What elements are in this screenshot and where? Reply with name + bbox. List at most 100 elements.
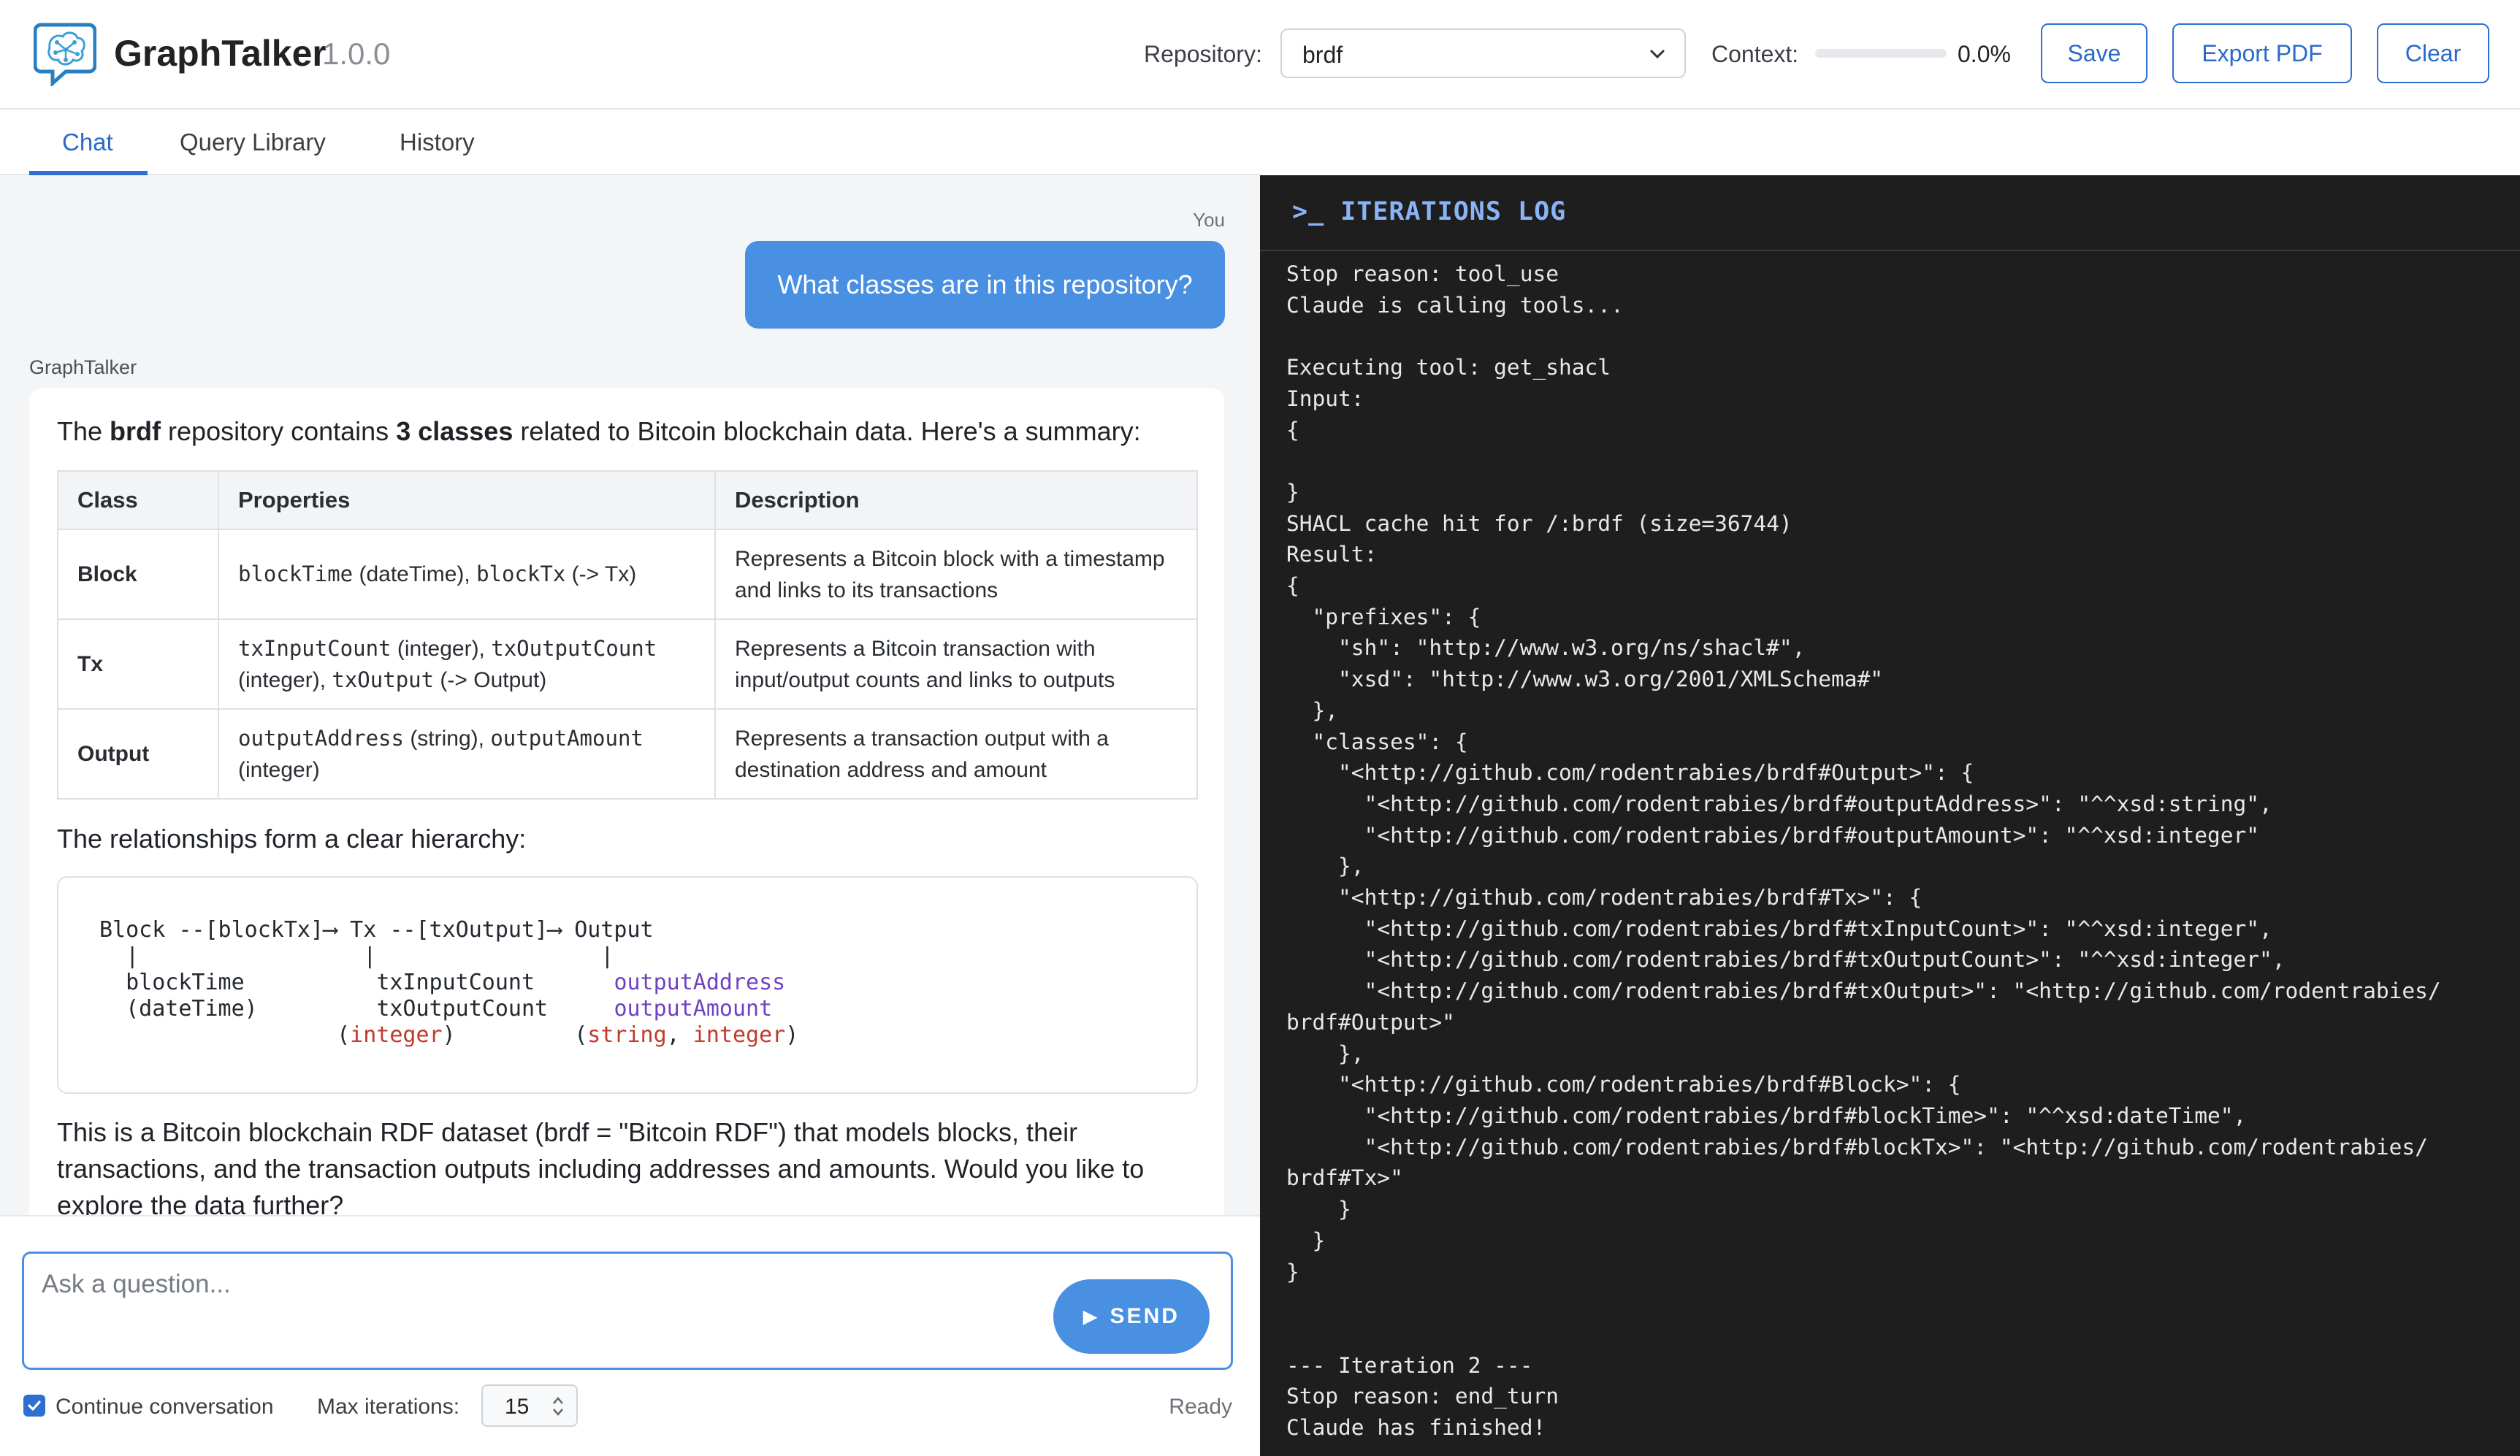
log-line: } <box>1286 1259 1299 1284</box>
chevron-down-icon <box>1650 50 1665 59</box>
log-line: "xsd": "http://www.w3.org/2001/XMLSchema… <box>1286 667 1883 692</box>
classes-table: Class Properties Description Block block… <box>57 470 1198 800</box>
play-arrow-icon: ▶ <box>1083 1306 1097 1327</box>
table-row: Tx txInputCount (integer), txOutputCount… <box>57 618 1198 710</box>
tab-bar: Chat Query Library History <box>0 110 1260 175</box>
log-line: "<http://github.com/rodentrabies/brdf#Tx… <box>1286 885 1923 911</box>
app-version: 1.0.0 <box>322 37 391 71</box>
stepper-arrows-icon[interactable] <box>550 1392 566 1421</box>
clear-button[interactable]: Clear <box>2377 23 2489 83</box>
class-description-cell: Represents a Bitcoin block with a timest… <box>714 529 1198 620</box>
tab-query-library[interactable]: Query Library <box>180 129 326 156</box>
app-header: GraphTalker 1.0.0 Repository: brdf Conte… <box>0 0 2520 110</box>
send-button-label: SEND <box>1110 1304 1180 1328</box>
send-button[interactable]: ▶ SEND <box>1053 1279 1210 1354</box>
chat-messages-panel[interactable]: You What classes are in this repository?… <box>0 175 1260 1215</box>
class-properties-cell: outputAddress (string), outputAmount (in… <box>218 708 716 800</box>
log-line: "<http://github.com/rodentrabies/brdf#Bl… <box>1286 1072 1961 1097</box>
chat-input-area: ▶ SEND Continue conversation Max iteratio… <box>0 1215 1260 1456</box>
table-row: Output outputAddress (string), outputAmo… <box>57 708 1198 800</box>
class-name-cell: Block <box>57 529 219 620</box>
log-line: Stop reason: tool_use <box>1286 261 1559 286</box>
user-message-bubble: What classes are in this repository? <box>745 241 1225 329</box>
log-line: { <box>1286 573 1299 599</box>
log-content: Stop reason: tool_use Claude is calling t… <box>1286 258 2441 1444</box>
log-line: "<http://github.com/rodentrabies/brdf#tx… <box>1286 978 2441 1004</box>
tab-chat[interactable]: Chat <box>62 129 113 156</box>
table-header-class: Class <box>57 470 219 530</box>
relationship-text: The relationships form a clear hierarchy… <box>57 824 527 854</box>
log-line: } <box>1286 1227 1326 1253</box>
repository-select[interactable]: brdf <box>1280 28 1686 78</box>
user-sender-label: You <box>1193 209 1225 231</box>
log-line: }, <box>1286 854 1364 879</box>
log-line: }, <box>1286 697 1339 723</box>
context-label: Context: <box>1711 41 1799 67</box>
max-iterations-value: 15 <box>505 1395 530 1419</box>
class-description-cell: Represents a transaction output with a d… <box>714 708 1198 800</box>
log-line: "<http://github.com/rodentrabies/brdf#ou… <box>1286 822 2260 848</box>
log-line: "<http://github.com/rodentrabies/brdf#bl… <box>1286 1103 2247 1128</box>
log-line: }, <box>1286 1041 1364 1066</box>
class-name-cell: Output <box>57 708 219 800</box>
tab-history[interactable]: History <box>400 129 475 156</box>
log-line: "<http://github.com/rodentrabies/brdf#bl… <box>1286 1134 2428 1160</box>
context-progress-bar <box>1815 49 1947 58</box>
assistant-intro-text: The brdf repository contains 3 classes r… <box>57 416 1141 446</box>
log-line: "sh": "http://www.w3.org/ns/shacl#", <box>1286 635 1806 661</box>
log-line: "<http://github.com/rodentrabies/brdf#ou… <box>1286 791 2272 816</box>
log-header: >_ ITERATIONS LOG <box>1260 175 2520 251</box>
log-line: "prefixes": { <box>1286 604 1481 629</box>
brain-chat-logo-icon <box>34 23 96 86</box>
class-description-cell: Represents a Bitcoin transaction with in… <box>714 618 1198 710</box>
log-line: SHACL cache hit for /:brdf (size=36744) <box>1286 510 1792 536</box>
log-line: Claude has finished! <box>1286 1415 1546 1441</box>
table-header-row: Class Properties Description <box>57 470 1198 530</box>
log-line: "<http://github.com/rodentrabies/brdf#Ou… <box>1286 760 1974 786</box>
log-title: >_ ITERATIONS LOG <box>1292 197 1567 226</box>
log-line: Result: <box>1286 542 1378 567</box>
class-properties-cell: blockTime (dateTime), blockTx (-> Tx) <box>218 529 716 620</box>
export-pdf-button[interactable]: Export PDF <box>2172 23 2352 83</box>
table-row: Block blockTime (dateTime), blockTx (-> … <box>57 529 1198 620</box>
save-button[interactable]: Save <box>2041 23 2147 83</box>
repository-select-value: brdf <box>1302 42 1343 68</box>
log-line: } <box>1286 1197 1351 1222</box>
log-line: { <box>1286 417 1299 442</box>
status-text: Ready <box>1169 1395 1232 1419</box>
app-title: GraphTalker <box>114 33 327 74</box>
log-line: "<http://github.com/rodentrabies/brdf#tx… <box>1286 947 2286 973</box>
continue-conversation-label[interactable]: Continue conversation <box>56 1395 274 1419</box>
assistant-message-card: The brdf repository contains 3 classes r… <box>29 388 1224 1215</box>
table-header-description: Description <box>714 470 1198 530</box>
context-value: 0.0% <box>1958 41 2011 67</box>
assistant-sender-label: GraphTalker <box>29 356 137 378</box>
max-iterations-stepper[interactable]: 15 <box>481 1384 578 1427</box>
class-name-cell: Tx <box>57 618 219 710</box>
assistant-summary-text: This is a Bitcoin blockchain RDF dataset… <box>57 1117 1145 1215</box>
log-line: Input: <box>1286 386 1364 411</box>
checkmark-icon <box>28 1401 41 1411</box>
log-line: brdf#Tx>" <box>1286 1165 1403 1191</box>
log-line: } <box>1286 479 1299 505</box>
question-input[interactable] <box>22 1252 1233 1370</box>
log-line: Claude is calling tools... <box>1286 292 1624 318</box>
continue-conversation-checkbox[interactable] <box>23 1395 45 1417</box>
hierarchy-diagram: Block --[blockTx]⟶ Tx --[txOutput]⟶ Outp… <box>99 917 799 1048</box>
repository-label: Repository: <box>1144 41 1262 67</box>
iterations-log-panel[interactable]: >_ ITERATIONS LOG Stop reason: tool_use C… <box>1260 175 2520 1456</box>
log-line: --- Iteration 2 --- <box>1286 1352 1533 1378</box>
table-header-properties: Properties <box>218 470 716 530</box>
log-line: Stop reason: end_turn <box>1286 1384 1559 1409</box>
class-properties-cell: txInputCount (integer), txOutputCount (i… <box>218 618 716 710</box>
log-line: brdf#Output>" <box>1286 1009 1455 1035</box>
hierarchy-code-block: Block --[blockTx]⟶ Tx --[txOutput]⟶ Outp… <box>57 876 1198 1094</box>
log-line: "<http://github.com/rodentrabies/brdf#tx… <box>1286 916 2272 941</box>
log-line: "classes": { <box>1286 729 1468 754</box>
log-line: Executing tool: get_shacl <box>1286 355 1611 380</box>
max-iterations-label: Max iterations: <box>317 1395 460 1419</box>
